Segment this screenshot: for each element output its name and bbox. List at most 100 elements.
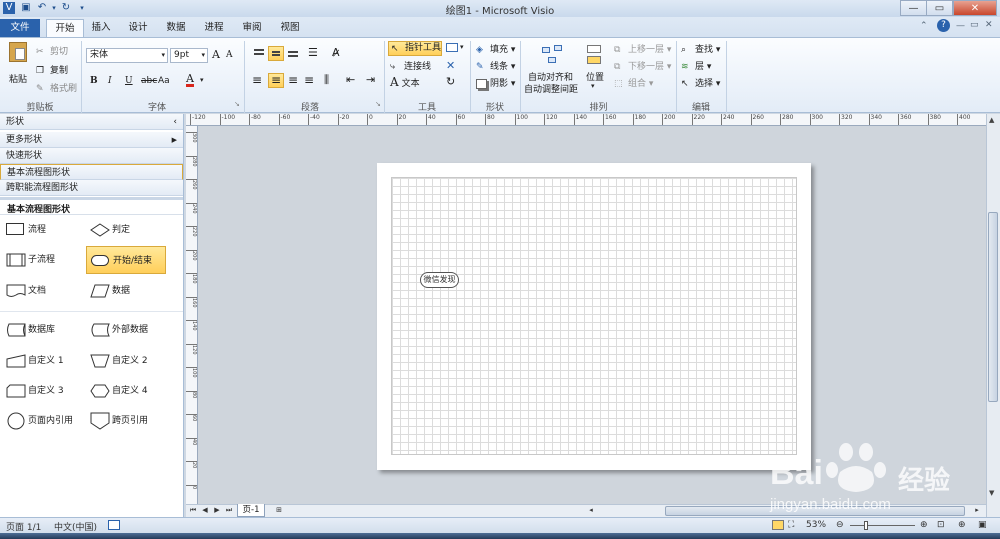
paragraph-dialog-launcher-icon[interactable]: ↘ [375,100,381,108]
stencil-custom3[interactable]: 自定义 3 [2,380,82,402]
shadow-button[interactable]: 阴影 ▾ [476,76,515,89]
insert-page-icon[interactable]: ⊞ [272,506,286,517]
connection-point-icon[interactable]: ✕ [446,59,455,72]
bullets-icon[interactable]: ☰ [308,46,318,59]
terminator-shape[interactable]: 微信发现 [420,272,459,288]
stencil-document[interactable]: 文档 [2,280,82,302]
stencil-offpage-reference[interactable]: 跨页引用 [86,410,166,432]
select-button[interactable]: ↖ 选择 ▾ [681,76,720,90]
font-dialog-launcher-icon[interactable]: ↘ [234,100,240,108]
tab-design[interactable]: 设计 [124,19,152,37]
text-tool-button[interactable]: A 文本 [390,75,420,89]
position-dropdown-icon[interactable]: ▾ [591,82,595,90]
format-painter-button[interactable]: ✎ 格式刷 [36,81,77,95]
stencil-external-data[interactable]: 外部数据 [86,319,166,341]
zoom-slider-track[interactable] [850,525,915,526]
page-number-status[interactable]: 页面 1/1 [6,520,41,533]
zoom-out-icon[interactable]: ⊖ [836,520,844,530]
tab-data[interactable]: 数据 [162,19,190,37]
tab-insert[interactable]: 插入 [87,19,115,37]
help-icon[interactable]: ? [937,19,950,32]
text-block-icon[interactable]: A̷ [332,46,340,59]
underline-button[interactable]: U [125,76,133,86]
grow-font-button[interactable]: A [212,48,220,61]
vertical-scroll-thumb[interactable] [988,212,998,402]
change-case-button[interactable]: Aa [158,76,170,86]
first-page-icon[interactable]: ⏮ [188,506,198,517]
page-tab-1[interactable]: 页-1 [237,504,265,517]
rectangle-tool-dropdown-icon[interactable]: ▾ [460,43,464,51]
tab-view[interactable]: 视图 [276,19,304,37]
strikethrough-button[interactable]: abc [141,76,157,86]
bold-button[interactable]: B [90,76,98,86]
font-name-combo[interactable]: 宋体 ▾ [86,48,168,63]
font-size-combo[interactable]: 9pt ▾ [170,48,208,63]
doc-restore-icon[interactable]: ▭ [970,20,979,30]
font-color-dropdown-icon[interactable]: ▾ [200,76,204,84]
stencil-onpage-reference[interactable]: 页面内引用 [2,410,82,432]
justify-icon[interactable]: ≡ [304,73,314,87]
zoom-percent[interactable]: 53% [806,520,826,530]
switch-windows-icon[interactable]: ▣ [978,520,987,530]
pane-splitter[interactable] [0,197,183,200]
horizontal-ruler[interactable]: -120 -100 -80 -60 -40 -20 0 20 40 60 80 100 120 140 16… [186,114,986,126]
stencil-custom1[interactable]: 自定义 1 [2,350,82,372]
tab-home[interactable]: 开始 [46,19,84,37]
font-color-button[interactable]: A [186,73,194,87]
quick-shapes-item[interactable]: 快速形状 [0,148,183,164]
align-top-icon[interactable] [252,46,266,60]
minimize-button[interactable]: — [900,0,927,16]
position-button[interactable]: 位置 [586,70,604,83]
rectangle-tool-icon[interactable] [446,43,458,52]
language-status[interactable]: 中文(中国) [54,520,97,533]
stencil-database[interactable]: 数据库 [2,319,82,341]
doc-minimize-icon[interactable]: — [956,21,965,31]
normal-view-icon[interactable] [771,519,785,531]
align-middle-icon[interactable] [268,46,284,61]
group-button[interactable]: ⬚ 组合 ▾ [614,76,653,90]
rotate-tool-icon[interactable]: ↻ [446,75,455,88]
fullscreen-view-icon[interactable]: ⛶ [788,520,794,530]
align-right-icon[interactable]: ≡ [288,73,298,87]
layers-button[interactable]: ≋ 层 ▾ [681,59,711,73]
scroll-up-icon[interactable]: ▲ [989,116,994,124]
stencil-data[interactable]: 数据 [86,280,166,302]
macro-record-icon[interactable] [108,520,120,530]
paste-button[interactable]: 粘贴 [6,42,30,85]
vertical-ruler[interactable]: 300 280 260 240 220 200 180 160 140 120 100 80 60 40 2… [186,126,198,504]
zoom-slider-thumb[interactable] [864,521,868,530]
fit-page-icon[interactable]: ⊡ [937,520,945,530]
stencil-decision[interactable]: 判定 [86,219,166,241]
zoom-in-icon[interactable]: ⊕ [920,520,928,530]
cross-functional-stencil-item[interactable]: 跨职能流程图形状 [0,180,183,196]
bring-forward-button[interactable]: ⧉ 上移一层 ▾ [614,42,671,56]
doc-close-icon[interactable]: ✕ [985,20,993,30]
find-button[interactable]: ⌕ 查找 ▾ [681,42,720,56]
ribbon-minimize-icon[interactable]: ⌃ [920,21,928,31]
copy-button[interactable]: ❐ 复制 [36,63,68,77]
align-center-icon[interactable]: ≡ [268,73,284,88]
align-bottom-icon[interactable] [286,46,300,60]
more-shapes-item[interactable]: 更多形状 ▶ [0,132,183,148]
connector-button[interactable]: ⤷ 连接线 [390,59,431,73]
cut-button[interactable]: ✂ 剪切 [36,44,68,58]
italic-button[interactable]: I [108,76,112,86]
page-grid[interactable] [391,177,797,455]
scroll-left-icon[interactable]: ◂ [586,506,596,517]
tab-file[interactable]: 文件 [0,19,40,37]
pointer-tool-button[interactable]: ↖ 指针工具 [388,41,442,56]
stencil-custom4[interactable]: 自定义 4 [86,380,166,402]
decrease-indent-icon[interactable]: ⇤ [346,73,355,86]
basic-flowchart-stencil-item[interactable]: 基本流程图形状 [0,164,183,180]
stencil-subprocess[interactable]: 子流程 [2,249,82,271]
tab-review[interactable]: 审阅 [238,19,266,37]
fill-button[interactable]: ◈ 填充 ▾ [476,42,515,56]
increase-indent-icon[interactable]: ⇥ [366,73,375,86]
prev-page-icon[interactable]: ◀ [200,506,210,517]
text-direction-icon[interactable]: ⫼ [324,73,329,87]
send-backward-button[interactable]: ⧉ 下移一层 ▾ [614,59,671,73]
auto-space-button[interactable]: 自动调整间距 [524,82,578,95]
next-page-icon[interactable]: ▶ [212,506,222,517]
shrink-font-button[interactable]: A [226,50,233,60]
close-button[interactable]: ✕ [953,0,997,16]
